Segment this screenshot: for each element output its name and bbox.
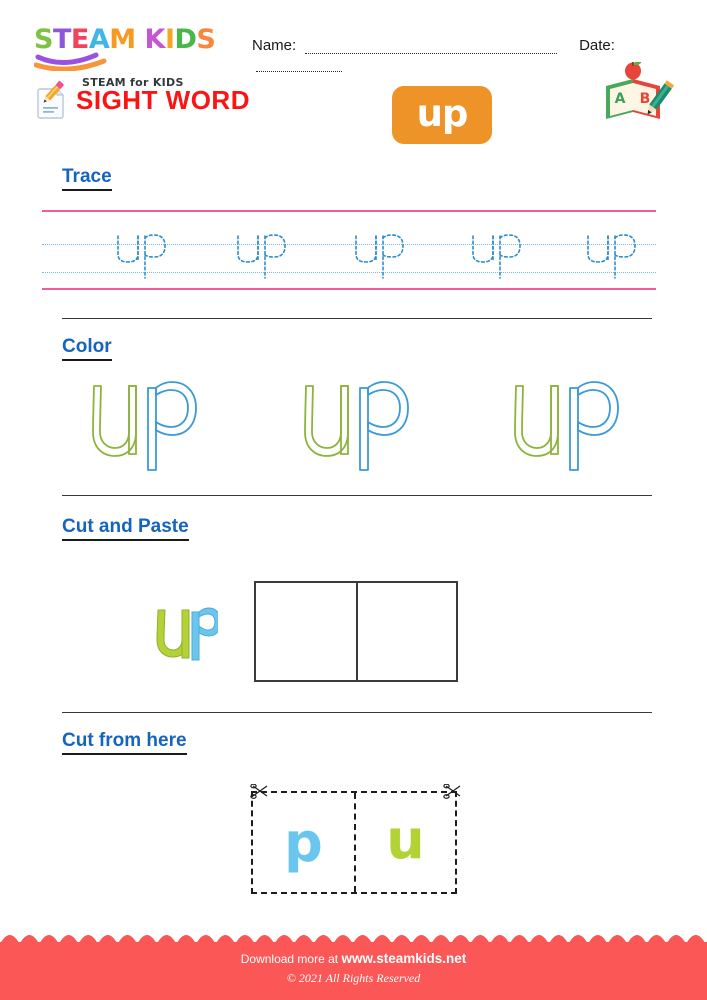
steam-kids-logo: STEAM KIDS STEAM for KIDS: [34, 26, 239, 89]
paste-box-2[interactable]: [356, 583, 456, 680]
footer-copyright: © 2021 All Rights Reserved: [286, 971, 421, 985]
color-practice-row[interactable]: [62, 368, 652, 478]
cut-card-u[interactable]: u: [354, 793, 455, 892]
color-word-1[interactable]: [72, 368, 227, 478]
name-date-row: Name: Date:: [252, 36, 682, 72]
footer-download-prefix: Download more at: [240, 952, 339, 966]
paste-boxes[interactable]: [254, 581, 458, 682]
trace-word-1[interactable]: [112, 230, 186, 286]
logo-letter-8: D: [174, 24, 197, 55]
cut-card-letter: p: [284, 810, 323, 874]
svg-text:A: A: [615, 91, 626, 107]
logo-wordmark: STEAM KIDS: [34, 26, 239, 53]
logo-letter-9: S: [196, 24, 216, 55]
trace-practice-band[interactable]: [42, 210, 656, 290]
logo-letter-2: E: [70, 24, 89, 55]
footer-body: Download more at www.steamkids.net © 202…: [0, 942, 707, 1000]
divider-after-trace: [62, 318, 652, 319]
section-heading-trace: Trace: [62, 166, 112, 191]
logo-letter-1: T: [52, 24, 71, 55]
pencil-paper-icon: [32, 80, 68, 120]
sight-word-badge: up: [392, 86, 492, 144]
logo-letter-4: M: [109, 24, 136, 55]
trace-word-4[interactable]: [467, 230, 541, 286]
section-heading-color: Color: [62, 336, 112, 361]
paste-box-1[interactable]: [256, 583, 356, 680]
logo-swoosh: STEAM for KIDS: [34, 52, 239, 89]
page-footer: Download more at www.steamkids.net © 202…: [0, 932, 707, 1000]
section-heading-cut-from-here: Cut from here: [62, 730, 187, 755]
cut-out-cards[interactable]: pu: [251, 791, 457, 894]
worksheet-page: STEAM KIDS STEAM for KIDS Name: Date: SI…: [0, 0, 707, 1000]
sample-letter-u: [156, 609, 190, 659]
svg-text:B: B: [640, 91, 651, 107]
trace-word-3[interactable]: [350, 230, 424, 286]
sight-word-text: up: [416, 91, 469, 135]
name-input-line[interactable]: [304, 41, 557, 54]
logo-letter-7: I: [164, 24, 175, 55]
name-label: Name:: [252, 37, 297, 54]
cut-card-letter: u: [386, 807, 425, 871]
logo-letter-6: K: [144, 24, 166, 55]
footer-download-line: Download more at www.steamkids.net: [0, 951, 707, 966]
color-word-3[interactable]: [494, 368, 649, 478]
logo-letter-5: [136, 26, 145, 53]
footer-website-link[interactable]: www.steamkids.net: [341, 951, 466, 966]
divider-after-cut-and-paste: [62, 712, 652, 713]
trace-word-5[interactable]: [582, 230, 656, 286]
cut-card-p[interactable]: p: [253, 793, 354, 892]
abc-book-icon: A B: [600, 60, 678, 128]
cut-and-paste-word-sample: [146, 600, 222, 662]
logo-letter-0: S: [34, 24, 53, 55]
logo-letter-3: A: [88, 24, 110, 55]
date-label: Date:: [579, 37, 615, 54]
section-heading-cut-and-paste: Cut and Paste: [62, 516, 189, 541]
divider-after-color: [62, 495, 652, 496]
color-word-2[interactable]: [284, 368, 439, 478]
sample-letter-p: [191, 607, 222, 661]
trace-word-2[interactable]: [232, 230, 306, 286]
worksheet-title-row: SIGHT WORD: [32, 80, 250, 120]
page-title: SIGHT WORD: [76, 84, 250, 115]
date-input-line[interactable]: [256, 59, 342, 72]
